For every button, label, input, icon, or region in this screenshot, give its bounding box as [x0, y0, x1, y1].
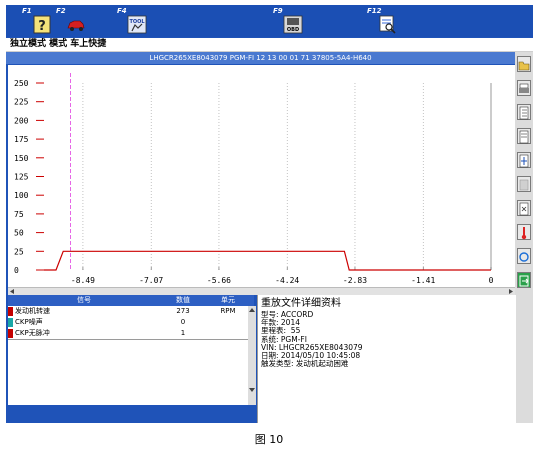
- open-folder-button[interactable]: [517, 56, 531, 72]
- x-tick-label: 0: [489, 276, 494, 285]
- right-toolbar: [515, 52, 533, 423]
- f12-label: F12: [367, 7, 382, 15]
- y-tick-label: 100: [14, 191, 29, 200]
- vehicle-info-bar: LHGCR265XE8043079 PGM-FI 12 13 00 01 71 …: [6, 52, 515, 64]
- refresh-icon: [519, 252, 529, 262]
- table-row[interactable]: CKP无脉冲 1: [8, 328, 248, 340]
- disabled-tool-button[interactable]: [517, 176, 531, 192]
- header-value: 数值: [176, 296, 190, 304]
- snapshot-chart: -8.49 -7.07 -5.66 -4.24 -2.83 -1.41 0 250 225 200…: [8, 65, 515, 287]
- document-settings-icon: [519, 202, 529, 216]
- thermometer-button[interactable]: [517, 224, 531, 240]
- signal-color-swatch: [8, 318, 13, 327]
- grid-icon: [519, 179, 529, 191]
- y-tick-label: 150: [14, 154, 29, 163]
- x-tick-label: -7.07: [139, 276, 163, 285]
- table-footer-bar: [8, 405, 254, 423]
- y-tick-label: 225: [14, 98, 29, 107]
- thermometer-icon: [521, 227, 527, 240]
- f2-label: F2: [56, 7, 66, 15]
- list-button[interactable]: [517, 128, 531, 144]
- refresh-button[interactable]: [517, 248, 531, 264]
- f1-label: F1: [22, 7, 32, 15]
- signal-value: 1: [180, 329, 186, 337]
- signal-series-line: [44, 250, 491, 271]
- x-tick-label: -2.83: [343, 276, 367, 285]
- mode-bar: 独立模式 模式 车上快捷: [6, 38, 533, 52]
- zoom-icon: [519, 154, 529, 168]
- signal-name: CKP噪声: [15, 318, 43, 326]
- function-key-toolbar: F1 ? F2 F4 TOOL F9 OBD F12: [6, 5, 533, 37]
- y-tick-label: 200: [14, 116, 29, 125]
- tool-icon: TOOL: [127, 15, 147, 34]
- document-edit-button[interactable]: [517, 104, 531, 120]
- header-unit: 单元: [221, 296, 235, 304]
- printer-icon: [519, 83, 529, 93]
- x-tick-label: -8.49: [71, 276, 95, 285]
- signal-table: 信号 数值 单元 发动机转速 273 RPM CKP噪声 0 CKP无脉冲 1: [8, 295, 256, 405]
- signal-color-swatch: [8, 307, 13, 316]
- y-tick-label: 250: [14, 79, 29, 88]
- obd-icon-text: OBD: [287, 27, 299, 33]
- detail-trigger: 触发类型: 发动机起动困难: [261, 359, 349, 369]
- signal-value: 0: [180, 318, 186, 326]
- figure-caption: 图 10: [254, 433, 284, 446]
- y-tick-label: 0: [14, 266, 19, 275]
- settings-button[interactable]: [517, 200, 531, 216]
- signal-color-swatch: [8, 329, 13, 338]
- y-tick-label: 75: [14, 210, 24, 219]
- folder-icon: [518, 61, 530, 71]
- scroll-up-icon[interactable]: [248, 306, 256, 314]
- y-tick-label: 50: [14, 229, 24, 238]
- f4-tool-button[interactable]: F4 TOOL: [117, 7, 153, 35]
- car-icon: [67, 20, 85, 31]
- help-icon: ?: [33, 15, 51, 34]
- print-button[interactable]: [517, 80, 531, 96]
- signal-name: 发动机转速: [15, 307, 50, 315]
- zoom-button[interactable]: [517, 152, 531, 168]
- f12-print-button[interactable]: F12: [367, 7, 405, 35]
- scroll-down-icon[interactable]: [248, 386, 256, 394]
- y-tick-label: 25: [14, 247, 24, 256]
- print-preview-icon: [379, 15, 396, 34]
- f9-label: F9: [273, 7, 283, 15]
- exit-icon: [519, 275, 529, 287]
- tool-icon-text: TOOL: [129, 19, 145, 25]
- svg-text:?: ?: [38, 19, 46, 34]
- x-tick-label: -4.24: [275, 276, 299, 285]
- chart-horizontal-scrollbar[interactable]: [8, 287, 515, 295]
- vehicle-info-text: LHGCR265XE8043079 PGM-FI 12 13 00 01 71 …: [149, 54, 372, 62]
- exit-button[interactable]: [517, 272, 531, 288]
- signal-unit: RPM: [220, 307, 236, 315]
- scroll-left-icon[interactable]: [8, 288, 16, 295]
- header-signal: 信号: [77, 296, 91, 304]
- document-edit-icon: [519, 106, 529, 120]
- x-tick-label: -5.66: [207, 276, 231, 285]
- chart-plot: -8.49 -7.07 -5.66 -4.24 -2.83 -1.41 0250225200…: [14, 73, 494, 285]
- replay-details-panel: 重放文件详细资料 型号: ACCORD 年款: 2014 里程表: 55 系统:…: [257, 295, 516, 423]
- table-vertical-scrollbar[interactable]: [248, 306, 256, 405]
- f9-obd-button[interactable]: F9 OBD: [273, 7, 309, 35]
- list-icon: [519, 130, 529, 144]
- mode-text: 独立模式 模式 车上快捷: [10, 39, 107, 49]
- y-tick-label: 175: [14, 135, 29, 144]
- f2-vehicle-button[interactable]: F2: [56, 7, 90, 35]
- signal-value: 273: [176, 307, 190, 315]
- app-window: F1 ? F2 F4 TOOL F9 OBD F12 独立模式 模式 车上快捷 …: [6, 5, 533, 423]
- f1-help-button[interactable]: F1 ?: [22, 7, 56, 35]
- obd-icon: OBD: [283, 15, 303, 34]
- signal-table-header: 信号 数值 单元: [8, 295, 254, 306]
- scroll-right-icon[interactable]: [507, 288, 515, 295]
- y-tick-label: 125: [14, 173, 29, 182]
- details-title: 重放文件详细资料: [261, 298, 341, 309]
- f4-label: F4: [117, 7, 127, 15]
- x-tick-label: -1.41: [411, 276, 435, 285]
- signal-name: CKP无脉冲: [15, 329, 50, 337]
